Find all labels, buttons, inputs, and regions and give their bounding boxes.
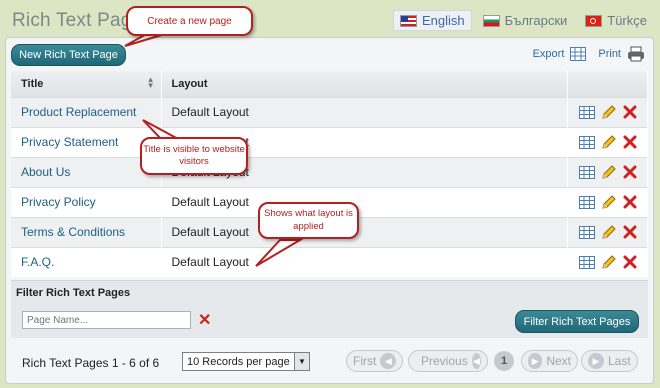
delete-icon[interactable] (623, 135, 637, 149)
row-actions (567, 186, 648, 217)
table-row: Privacy StatementDefault Layout (11, 126, 648, 157)
edit-pencil-icon[interactable] (601, 224, 617, 240)
double-right-icon: ▶ (588, 353, 604, 369)
row-actions (567, 216, 648, 247)
language-bar: English Български Türkçe (393, 10, 654, 31)
tr-flag-icon (585, 14, 603, 27)
row-title-link[interactable]: Privacy Statement (11, 126, 162, 157)
edit-pencil-icon[interactable] (601, 254, 617, 270)
bg-flag-icon (482, 14, 500, 27)
clear-filter-icon[interactable]: ✕ (198, 310, 211, 330)
edit-pencil-icon[interactable] (601, 134, 617, 150)
delete-icon[interactable] (623, 195, 637, 209)
callout-create-page: Create a new page (126, 6, 253, 36)
row-title-link[interactable]: About Us (11, 156, 162, 187)
actions-column-header (567, 71, 648, 97)
language-label: Türkçe (607, 13, 647, 28)
row-actions (567, 96, 648, 127)
export-toolbar: Export Print (533, 46, 645, 62)
callout-title-visible: Title is visible to website visitors (140, 137, 248, 175)
view-grid-icon[interactable] (578, 225, 595, 239)
previous-label: Previous (421, 354, 468, 368)
table-row: Product Replacement Default Layout (11, 96, 648, 127)
header-label: Title (21, 77, 44, 90)
right-arrow-icon: ▶ (528, 353, 543, 369)
records-per-page-value: 10 Records per page (187, 355, 290, 368)
filter-button[interactable]: Filter Rich Text Pages (515, 310, 639, 333)
title-column-header[interactable]: Title ▲ ▼ (11, 71, 162, 97)
row-title-link[interactable]: Product Replacement (11, 96, 162, 127)
delete-icon[interactable] (623, 255, 637, 269)
new-page-button[interactable]: New Rich Text Page (11, 44, 126, 66)
language-label: English (422, 13, 465, 28)
row-layout: Default Layout (161, 96, 568, 127)
row-layout: Default Layout (161, 186, 568, 217)
filter-title: Filter Rich Text Pages (16, 287, 131, 299)
view-grid-icon[interactable] (578, 165, 595, 179)
left-arrow-icon: ◀ (471, 353, 481, 369)
print-link[interactable]: Print (598, 48, 621, 60)
edit-pencil-icon[interactable] (601, 104, 617, 120)
page-name-filter-input[interactable] (22, 311, 191, 329)
records-per-page-select[interactable]: 10 Records per page ▼ (182, 352, 310, 371)
row-actions (567, 126, 648, 157)
row-actions (567, 246, 648, 277)
edit-pencil-icon[interactable] (601, 164, 617, 180)
first-page-button[interactable]: First ◀ (346, 350, 403, 372)
us-flag-icon (400, 14, 418, 27)
next-label: Next (546, 354, 571, 368)
row-actions (567, 156, 648, 187)
view-grid-icon[interactable] (578, 255, 595, 269)
table-row: About UsDefault Layout (11, 156, 648, 187)
view-grid-icon[interactable] (578, 105, 595, 119)
last-label: Last (608, 354, 631, 368)
view-grid-icon[interactable] (578, 195, 595, 209)
row-layout: Default Layout (161, 246, 568, 277)
language-bulgarian[interactable]: Български (476, 10, 575, 31)
row-layout: Default Layout (161, 216, 568, 247)
table-row: F.A.Q. Default Layout (11, 246, 648, 277)
previous-page-button[interactable]: Previous ◀ (408, 350, 488, 372)
dropdown-arrow-icon[interactable]: ▼ (294, 353, 309, 370)
last-page-button[interactable]: ▶ Last (581, 350, 638, 372)
sort-icon[interactable]: ▲ ▼ (147, 76, 155, 90)
first-label: First (353, 354, 377, 368)
row-title-link[interactable]: Terms & Conditions (11, 216, 162, 247)
row-title-link[interactable]: F.A.Q. (11, 246, 162, 277)
layout-column-header: Layout (161, 71, 568, 97)
delete-icon[interactable] (623, 105, 637, 119)
row-title-link[interactable]: Privacy Policy (11, 186, 162, 217)
delete-icon[interactable] (623, 165, 637, 179)
edit-pencil-icon[interactable] (601, 194, 617, 210)
language-english[interactable]: English (393, 10, 472, 31)
callout-layout-applied: Shows what layout is applied (258, 202, 359, 239)
view-grid-icon[interactable] (578, 135, 595, 149)
current-page[interactable]: 1 (494, 351, 514, 371)
next-page-button[interactable]: ▶ Next (521, 350, 578, 372)
language-label: Български (504, 13, 568, 28)
double-left-icon: ◀ (380, 353, 396, 369)
printer-icon[interactable] (627, 46, 645, 62)
delete-icon[interactable] (623, 225, 637, 239)
pager-info: Rich Text Pages 1 - 6 of 6 (22, 356, 160, 370)
grid-export-icon[interactable] (570, 47, 587, 61)
language-turkish[interactable]: Türkçe (578, 10, 654, 31)
export-link[interactable]: Export (533, 48, 565, 60)
pages-table: Title ▲ ▼ Layout Product Replacement Defau… (11, 71, 648, 277)
